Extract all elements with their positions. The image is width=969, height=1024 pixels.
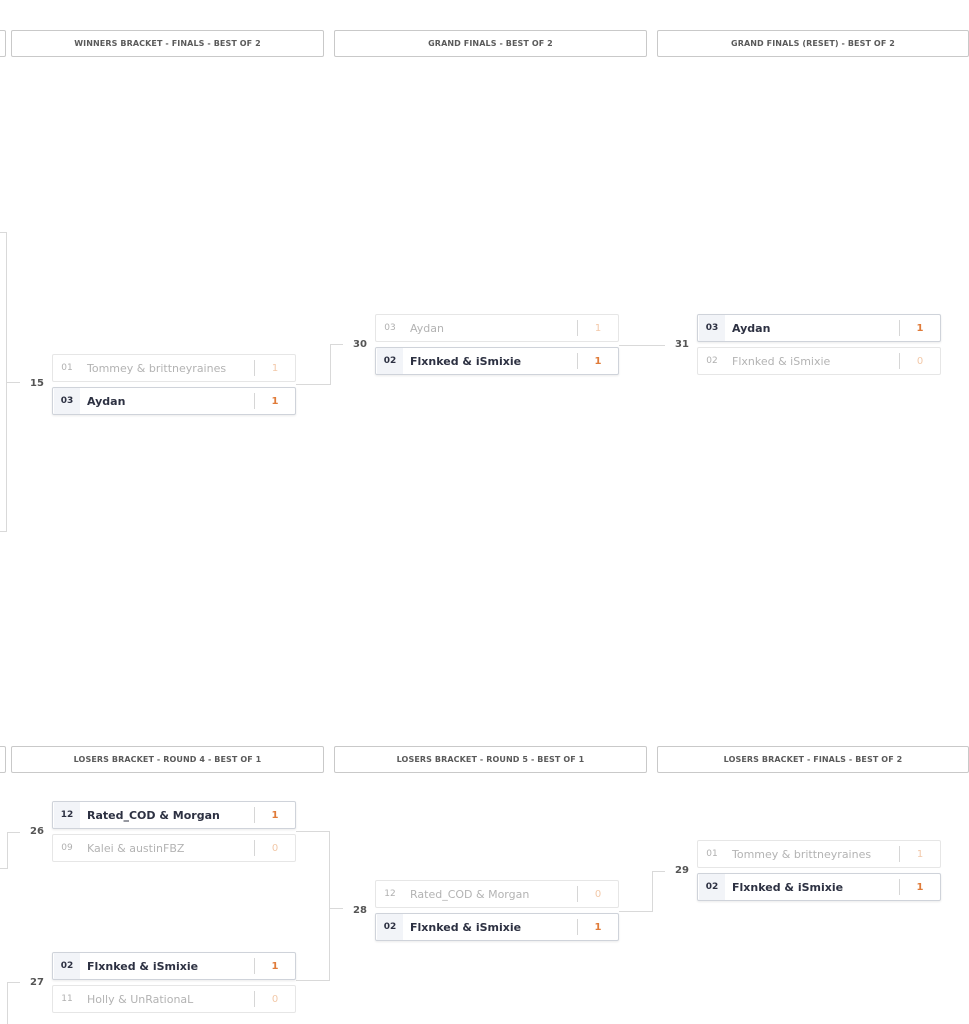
match-slot-winner[interactable]: 12 Rated_COD & Morgan 1 [52, 801, 296, 829]
match-28[interactable]: 12 Rated_COD & Morgan 0 02 Flxnked & iSm… [375, 880, 619, 946]
seed: 11 [61, 994, 73, 1004]
participant-name: Aydan [410, 321, 444, 335]
round-header-winners-finals: WINNERS BRACKET - FINALS - BEST OF 2 [11, 30, 324, 57]
participant-name: Rated_COD & Morgan [410, 887, 530, 901]
participant-name: Flxnked & iSmixie [410, 920, 522, 934]
connector-line [0, 531, 7, 532]
match-slot-winner[interactable]: 03 Aydan 1 [52, 387, 296, 415]
match-slot-winner[interactable]: 03 Aydan 1 [697, 314, 941, 342]
match-slot-winner[interactable]: 02 Flxnked & iSmixie 1 [52, 952, 296, 980]
participant-name: Holly & UnRationaL [87, 992, 194, 1006]
score: 0 [916, 355, 924, 367]
score: 1 [271, 960, 279, 972]
match-30[interactable]: 03 Aydan 1 02 Flxnked & iSmixie 1 [375, 314, 619, 380]
seed: 01 [61, 363, 73, 373]
connector-line [619, 911, 653, 912]
match-number: 28 [353, 905, 367, 916]
match-number: 15 [30, 378, 44, 389]
match-15[interactable]: 01 Tommey & brittneyraines 1 03 Aydan 1 [52, 354, 296, 420]
connector-line [7, 982, 8, 1024]
match-number: 30 [353, 339, 367, 350]
connector-line [652, 871, 665, 872]
score: 1 [916, 848, 924, 860]
previous-round-header-edge [0, 746, 6, 773]
round-header-grand-finals-reset: GRAND FINALS (RESET) - BEST OF 2 [657, 30, 969, 57]
participant-name: Tommey & brittneyraines [87, 361, 227, 375]
participant-name: Flxnked & iSmixie [732, 354, 831, 368]
round-header-losers-finals: LOSERS BRACKET - FINALS - BEST OF 2 [657, 746, 969, 773]
match-31[interactable]: 03 Aydan 1 02 Flxnked & iSmixie 0 [697, 314, 941, 380]
score: 1 [594, 921, 602, 933]
match-29[interactable]: 01 Tommey & brittneyraines 1 02 Flxnked … [697, 840, 941, 906]
match-slot[interactable]: 11 Holly & UnRationaL 0 [52, 985, 296, 1013]
seed: 02 [377, 348, 403, 374]
score: 1 [916, 322, 924, 334]
connector-line [7, 832, 8, 869]
connector-line [296, 831, 330, 832]
connector-line [329, 831, 330, 981]
connector-line [7, 832, 20, 833]
score: 1 [916, 881, 924, 893]
participant-name: Aydan [732, 321, 771, 335]
match-number: 27 [30, 977, 44, 988]
match-slot[interactable]: 03 Aydan 1 [375, 314, 619, 342]
score: 0 [594, 888, 602, 900]
connector-line [7, 982, 20, 983]
score: 1 [594, 322, 602, 334]
participant-name: Aydan [87, 394, 126, 408]
seed: 01 [706, 849, 718, 859]
score: 0 [271, 842, 279, 854]
seed: 03 [54, 388, 80, 414]
seed: 12 [54, 802, 80, 828]
connector-line [0, 232, 7, 233]
score: 1 [271, 809, 279, 821]
match-slot[interactable]: 01 Tommey & brittneyraines 1 [52, 354, 296, 382]
participant-name: Flxnked & iSmixie [87, 959, 199, 973]
match-slot[interactable]: 09 Kalei & austinFBZ 0 [52, 834, 296, 862]
score: 0 [271, 993, 279, 1005]
seed: 03 [699, 315, 725, 341]
participant-name: Flxnked & iSmixie [732, 880, 844, 894]
connector-line [296, 384, 330, 385]
participant-name: Tommey & brittneyraines [732, 847, 872, 861]
connector-line [330, 344, 343, 345]
round-header-losers-round-5: LOSERS BRACKET - ROUND 5 - BEST OF 1 [334, 746, 647, 773]
participant-name: Rated_COD & Morgan [87, 808, 220, 822]
score: 1 [271, 362, 279, 374]
connector-line [7, 382, 20, 383]
match-number: 31 [675, 339, 689, 350]
seed: 03 [384, 323, 396, 333]
previous-round-header-edge [0, 30, 6, 57]
score: 1 [594, 355, 602, 367]
score: 1 [271, 395, 279, 407]
round-header-losers-round-4: LOSERS BRACKET - ROUND 4 - BEST OF 1 [11, 746, 324, 773]
seed: 02 [54, 953, 80, 979]
match-slot-winner[interactable]: 02 Flxnked & iSmixie 1 [697, 873, 941, 901]
connector-line [330, 908, 343, 909]
match-27[interactable]: 02 Flxnked & iSmixie 1 11 Holly & UnRati… [52, 952, 296, 1018]
match-slot[interactable]: 02 Flxnked & iSmixie 0 [697, 347, 941, 375]
seed: 02 [706, 356, 718, 366]
connector-line [330, 344, 331, 385]
match-slot-winner[interactable]: 02 Flxnked & iSmixie 1 [375, 347, 619, 375]
match-slot[interactable]: 01 Tommey & brittneyraines 1 [697, 840, 941, 868]
match-number: 26 [30, 826, 44, 837]
seed: 02 [699, 874, 725, 900]
participant-name: Kalei & austinFBZ [87, 841, 185, 855]
seed: 02 [377, 914, 403, 940]
match-number: 29 [675, 865, 689, 876]
connector-line [619, 345, 665, 346]
connector-line [296, 980, 330, 981]
connector-line [652, 871, 653, 912]
seed: 09 [61, 843, 73, 853]
participant-name: Flxnked & iSmixie [410, 354, 522, 368]
match-slot[interactable]: 12 Rated_COD & Morgan 0 [375, 880, 619, 908]
seed: 12 [384, 889, 396, 899]
connector-line [0, 868, 7, 869]
round-header-grand-finals: GRAND FINALS - BEST OF 2 [334, 30, 647, 57]
match-slot-winner[interactable]: 02 Flxnked & iSmixie 1 [375, 913, 619, 941]
match-26[interactable]: 12 Rated_COD & Morgan 1 09 Kalei & austi… [52, 801, 296, 867]
